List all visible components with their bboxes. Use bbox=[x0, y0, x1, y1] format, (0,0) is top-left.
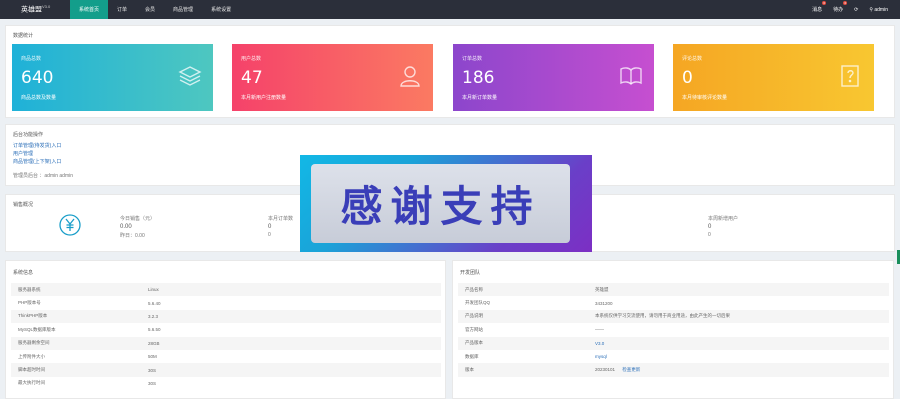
sales-sub: 0 bbox=[708, 232, 711, 238]
todo-button[interactable]: 待办 0 bbox=[833, 1, 848, 13]
nav-members[interactable]: 会员 bbox=[136, 0, 164, 19]
sales-label: 今日销售（元） bbox=[120, 216, 156, 222]
table-row: 产品说明 本系统仅供学习交流使用，请勿用于商业用途，由此产生的一切后果 bbox=[458, 309, 889, 324]
stat-card-goods[interactable]: 商品总数 640 商品总数及数量 bbox=[12, 44, 213, 111]
stack-icon bbox=[178, 66, 202, 86]
table-row: 服务器系统 Linux bbox=[11, 283, 441, 297]
yen-icon bbox=[59, 214, 81, 236]
table-row: 开发团队QQ 3431200 bbox=[465, 300, 613, 306]
username: admin bbox=[874, 6, 888, 13]
brand-version: V3.0 bbox=[42, 4, 51, 10]
user-menu[interactable]: ⚲ admin bbox=[869, 7, 888, 13]
shortcuts-title: 后台功能操作 bbox=[13, 132, 44, 138]
table-row: PHP版本号 5.6.40 bbox=[18, 300, 161, 306]
stat-label: 评论总数 bbox=[682, 56, 703, 62]
sysinfo-panel: 系统信息 服务器系统 Linux PHP版本号 5.6.40 ThinkPHP版本 3… bbox=[5, 260, 446, 399]
sales-col-users: 本周新增用户 0 0 bbox=[708, 215, 738, 238]
stat-value: 47 bbox=[241, 68, 263, 88]
shortcut-links: 订单管理(待发货)入口 用户管理 商品管理(上下架)入口 bbox=[13, 142, 61, 166]
stat-card-orders[interactable]: 订单总数 186 本月新订单数量 bbox=[453, 44, 654, 111]
nav-settings[interactable]: 系统设置 bbox=[202, 0, 240, 19]
stat-label: 商品总数 bbox=[21, 56, 42, 62]
brand-logo[interactable]: 英雄盟V3.0 bbox=[0, 4, 70, 14]
shortcut-link-orders[interactable]: 订单管理(待发货)入口 bbox=[13, 142, 61, 150]
sales-sub: 昨日：0.00 bbox=[120, 233, 145, 239]
table-row: 脚本超时时间 30S bbox=[11, 363, 441, 377]
nav-orders[interactable]: 订单 bbox=[108, 0, 136, 19]
stat-value: 0 bbox=[682, 68, 693, 88]
sales-title: 销售概况 bbox=[13, 202, 34, 208]
book-icon bbox=[620, 67, 642, 85]
stat-card-comments[interactable]: 评论总数 0 本月待审核评论数量 bbox=[673, 44, 874, 111]
sales-label: 本周新增用户 bbox=[708, 216, 739, 222]
shortcut-link-users[interactable]: 用户管理 bbox=[13, 150, 61, 158]
nav-goods[interactable]: 商品管理 bbox=[164, 0, 202, 19]
sales-col-orders: 本月订单数 0 0 bbox=[268, 215, 293, 238]
banner-text: 感谢支持 bbox=[340, 182, 541, 231]
stat-card-users[interactable]: 用户总数 47 本月新用户注册数量 bbox=[232, 44, 433, 111]
sales-value: 0.00 bbox=[120, 224, 132, 230]
stat-desc: 本月待审核评论数量 bbox=[682, 95, 728, 101]
table-row: 服务器剩余空间 28GB bbox=[11, 336, 441, 350]
check-update-link[interactable]: 检查更新 bbox=[622, 367, 640, 372]
thanks-banner: 感谢支持 bbox=[300, 155, 592, 252]
table-row: 上传附件大小 50M bbox=[18, 353, 157, 360]
stat-label: 订单总数 bbox=[462, 56, 483, 62]
table-row: 产品版本 V3.0 bbox=[458, 336, 889, 350]
teaminfo-title: 开发团队 bbox=[460, 270, 481, 276]
overview-title: 数据统计 bbox=[13, 33, 34, 39]
table-row: 版本 20230101 检查更新 bbox=[458, 363, 889, 377]
stat-value: 640 bbox=[21, 68, 54, 88]
stat-desc: 商品总数及数量 bbox=[21, 95, 57, 101]
stat-value: 186 bbox=[462, 68, 495, 88]
messages-button[interactable]: 消息 0 bbox=[812, 1, 827, 13]
sales-value: 0 bbox=[708, 224, 712, 230]
table-row: 产品名称 英雄盟 bbox=[458, 283, 889, 297]
banner-plate: 感谢支持 bbox=[311, 164, 570, 243]
stat-label: 用户总数 bbox=[241, 56, 262, 62]
sales-value: 0 bbox=[268, 224, 272, 230]
table-row: ThinkPHP版本 3.2.3 bbox=[11, 309, 441, 324]
table-row: 最大执行时间 30S bbox=[18, 380, 157, 386]
user-icon bbox=[400, 66, 420, 87]
stat-desc: 本月新用户注册数量 bbox=[241, 95, 287, 101]
table-row: 数据库 mysql bbox=[465, 353, 607, 360]
table-row: MySQL数据库版本 5.6.50 bbox=[18, 326, 161, 333]
shortcut-note: 管理员后台 ：admin admin bbox=[13, 173, 74, 179]
teaminfo-table: 产品名称 英雄盟 开发团队QQ 3431200 产品说明 本系统仅供学习交流使用，请勿… bbox=[458, 283, 889, 377]
stat-desc: 本月新订单数量 bbox=[462, 95, 498, 101]
main-nav: 系统首页 订单 会员 商品管理 系统设置 bbox=[70, 0, 240, 19]
topbar-right: 消息 0 待办 0 ⟳ ⚲ admin bbox=[812, 0, 900, 19]
sales-sub: 0 bbox=[268, 232, 271, 238]
sales-col-today: 今日销售（元） 0.00 昨日：0.00 bbox=[120, 215, 155, 239]
sysinfo-table: 服务器系统 Linux PHP版本号 5.6.40 ThinkPHP版本 3.2.3 … bbox=[11, 283, 441, 390]
teaminfo-panel: 开发团队 产品名称 英雄盟 开发团队QQ 3431200 产品说明 本系统仅供学习交流… bbox=[452, 260, 894, 399]
shortcut-link-goods[interactable]: 商品管理(上下架)入口 bbox=[13, 158, 61, 166]
sales-label: 本月订单数 bbox=[268, 216, 294, 222]
table-row: 官方网站 —— bbox=[465, 326, 604, 333]
top-navbar: 英雄盟V3.0 系统首页 订单 会员 商品管理 系统设置 消息 0 待办 0 ⟳ ⚲… bbox=[0, 0, 900, 19]
refresh-icon[interactable]: ⟳ bbox=[854, 7, 858, 13]
messages-badge: 0 bbox=[822, 1, 827, 5]
brand-name: 英雄盟 bbox=[21, 6, 42, 14]
todo-badge: 0 bbox=[843, 1, 848, 5]
nav-home[interactable]: 系统首页 bbox=[70, 0, 109, 19]
question-icon bbox=[841, 65, 859, 87]
sysinfo-title: 系统信息 bbox=[13, 270, 34, 276]
